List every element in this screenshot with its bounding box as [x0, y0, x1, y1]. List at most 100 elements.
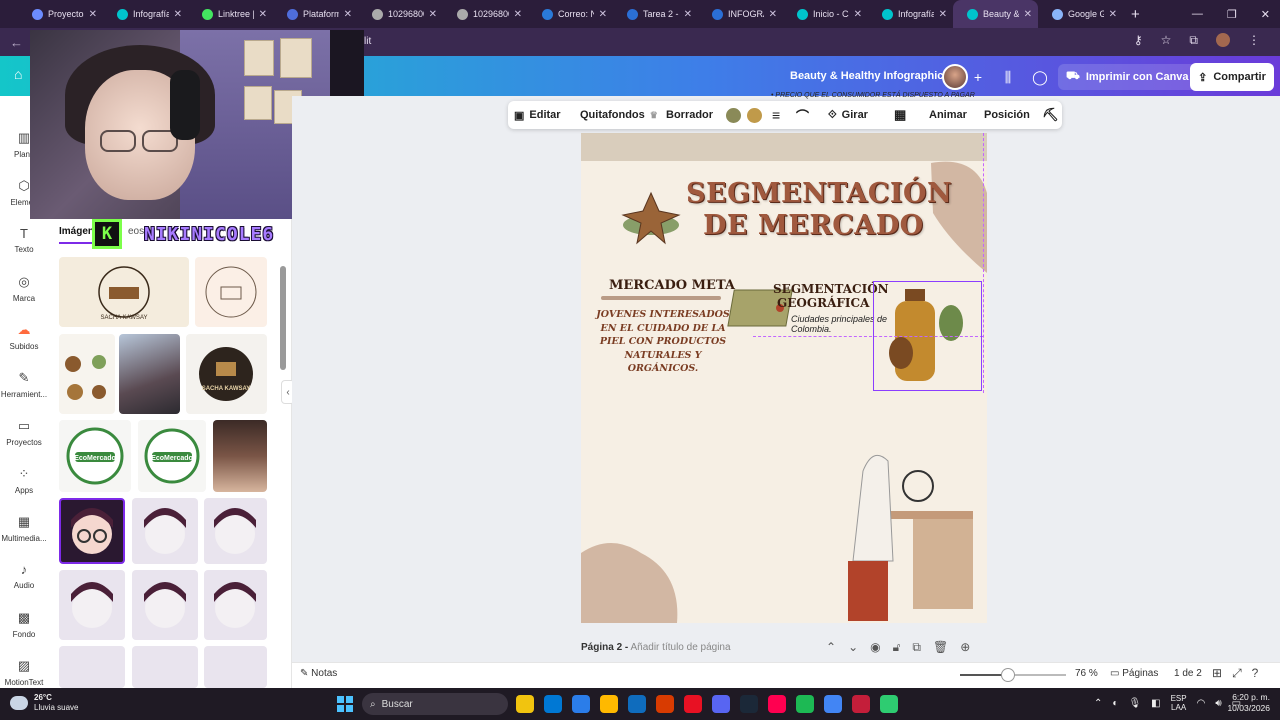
infographic-title-line-1[interactable]: SEGMENTACIÓN: [686, 178, 952, 209]
rail-item-proyectos[interactable]: ▭ Proyectos: [0, 408, 48, 456]
upload-thumbnail-emote-8[interactable]: [132, 646, 198, 688]
close-tab-icon[interactable]: ✕: [684, 9, 692, 20]
upload-thumbnail-emote-9[interactable]: [204, 646, 267, 688]
duplicate-page-icon[interactable]: ⧉: [912, 640, 921, 655]
upload-thumbnail-ecomercado-2[interactable]: EcoMercado: [138, 420, 206, 492]
browser-tab[interactable]: Inicio - Ca ✕: [783, 0, 868, 28]
selected-image-frame[interactable]: [873, 281, 982, 391]
rail-item-subidos[interactable]: ☁ Subidos: [0, 312, 48, 360]
rail-item-texto[interactable]: T Texto: [0, 216, 48, 264]
browser-menu-icon[interactable]: ⋮: [1248, 33, 1260, 48]
maximize-icon[interactable]: ❐: [1227, 8, 1237, 21]
language-indicator[interactable]: ESP LAA: [1171, 694, 1187, 712]
zoom-slider-thumb[interactable]: [1001, 668, 1015, 682]
upload-thumbnail-sacha-inchi-seeds[interactable]: [59, 334, 115, 414]
spotify-icon[interactable]: [796, 695, 814, 713]
tray-chevron-up-icon[interactable]: ⌃: [1094, 698, 1102, 709]
panel-scrollbar[interactable]: [280, 266, 286, 370]
edit-image-button[interactable]: ▣ Editar: [514, 101, 561, 129]
browser-tab[interactable]: 102968000 ✕: [443, 0, 528, 28]
color-swatch-olive[interactable]: [726, 108, 741, 123]
chevron-up-icon[interactable]: ⌃: [826, 640, 836, 655]
url-text[interactable]: lit: [364, 36, 371, 47]
eraser-button[interactable]: Borrador: [666, 101, 713, 129]
upload-thumbnail-ecomercado-1[interactable]: EcoMercado: [59, 420, 131, 492]
office-icon[interactable]: [656, 695, 674, 713]
help-icon[interactable]: ?: [1252, 666, 1259, 681]
close-window-icon[interactable]: ✕: [1261, 8, 1270, 21]
browser-tab[interactable]: Infografía ✕: [868, 0, 953, 28]
upload-thumbnail-photo[interactable]: [119, 334, 180, 414]
browser-tab[interactable]: 102968000 ✕: [358, 0, 443, 28]
tray-app-icon-2[interactable]: ◧: [1151, 698, 1160, 709]
minimize-icon[interactable]: —: [1192, 8, 1203, 20]
close-tab-icon[interactable]: ✕: [854, 9, 862, 20]
rail-item-apps[interactable]: ⁘ Apps: [0, 456, 48, 504]
tiktok-icon[interactable]: [768, 695, 786, 713]
mercado-meta-heading[interactable]: MERCADO META: [609, 278, 735, 293]
rail-item-marca[interactable]: ◎ Marca: [0, 264, 48, 312]
notes-button[interactable]: ✎ Notas: [300, 668, 337, 679]
microphone-icon[interactable]: 🎙︎: [1128, 698, 1141, 709]
page-title-field[interactable]: Página 2 - Añadir título de página: [581, 642, 731, 653]
chevron-down-icon[interactable]: ⌄: [848, 640, 858, 655]
rail-item-audio[interactable]: ♪ Audio: [0, 552, 48, 600]
upload-thumbnail-emote-4[interactable]: [59, 570, 125, 640]
corner-rounding-icon[interactable]: ⌒: [796, 101, 809, 129]
pages-button[interactable]: ▭ Páginas: [1110, 668, 1158, 679]
taskbar-search[interactable]: ⌕ Buscar: [362, 693, 508, 715]
browser-tab[interactable]: Proyectos ✕: [18, 0, 103, 28]
browser-tab[interactable]: Correo: N ✕: [528, 0, 613, 28]
browser-tab[interactable]: Infografía ✕: [103, 0, 188, 28]
remove-background-button[interactable]: Quitafondos ♛: [580, 101, 658, 129]
rail-item-fondo[interactable]: ▩ Fondo: [0, 600, 48, 648]
comment-icon[interactable]: ◯: [1028, 65, 1052, 89]
insights-chart-icon[interactable]: ⫼: [996, 65, 1020, 89]
share-button[interactable]: ⇪ Compartir: [1190, 63, 1274, 91]
windows-start-icon[interactable]: [337, 696, 353, 712]
tray-app-icon[interactable]: ◐: [1112, 698, 1118, 709]
grid-view-icon[interactable]: ⊞: [1212, 666, 1222, 681]
volume-icon[interactable]: 🔊︎: [1215, 698, 1221, 709]
print-button[interactable]: ⛟ Imprimir con Canva: [1058, 64, 1197, 90]
zoom-level[interactable]: 76 %: [1075, 668, 1098, 679]
border-style-icon[interactable]: ≡: [772, 101, 780, 129]
upload-thumbnail-sacha-kawsay-outline[interactable]: [195, 257, 267, 327]
hide-page-eye-icon[interactable]: ◉: [870, 640, 880, 655]
file-explorer-icon[interactable]: [516, 695, 534, 713]
close-tab-icon[interactable]: ✕: [344, 9, 352, 20]
extensions-icon[interactable]: ⧉: [1189, 33, 1198, 48]
add-page-icon[interactable]: ⊕: [960, 640, 970, 655]
upload-thumbnail-emote-7[interactable]: [59, 646, 125, 688]
copy-style-paintroller-icon[interactable]: ⛏: [1042, 101, 1059, 129]
rail-item-herramientas[interactable]: ✎ Herramient...: [0, 360, 48, 408]
add-collaborator-icon[interactable]: +: [966, 65, 990, 89]
close-tab-icon[interactable]: ✕: [429, 9, 437, 20]
discord-icon[interactable]: [712, 695, 730, 713]
transparency-icon[interactable]: ▦: [894, 101, 906, 129]
mail-icon[interactable]: [572, 695, 590, 713]
upload-thumbnail-sacha-kawsay-logo[interactable]: SACHA KAWSAY: [59, 257, 189, 327]
steam-icon[interactable]: [740, 695, 758, 713]
upload-thumbnail-portrait[interactable]: [213, 420, 267, 492]
close-tab-icon[interactable]: ✕: [939, 9, 947, 20]
edge-icon[interactable]: [544, 695, 562, 713]
profile-avatar[interactable]: [1216, 33, 1230, 47]
upload-thumbnail-emote-1[interactable]: [59, 498, 125, 564]
rotate-button[interactable]: ⟐ Girar: [828, 101, 868, 129]
canva-app-icon[interactable]: [684, 695, 702, 713]
color-swatch-gold[interactable]: [747, 108, 762, 123]
back-arrow-icon[interactable]: ←: [10, 35, 23, 50]
document-title[interactable]: Beauty & Healthy Infographic: [790, 70, 943, 82]
weather-widget[interactable]: 26°C Lluvia suave: [10, 693, 78, 713]
close-tab-icon[interactable]: ✕: [89, 9, 97, 20]
segmentacion-geografica-heading[interactable]: SEGMENTACIÓN GEOGRÁFICA: [773, 282, 889, 310]
browser-tab[interactable]: Plataforma ✕: [273, 0, 358, 28]
chrome-icon[interactable]: [824, 695, 842, 713]
close-tab-icon[interactable]: ✕: [599, 9, 607, 20]
folder-icon[interactable]: [600, 695, 618, 713]
lock-icon[interactable]: 🔓︎: [893, 640, 901, 655]
app-icon[interactable]: [880, 695, 898, 713]
password-key-icon[interactable]: ⚷: [1134, 33, 1143, 48]
position-button[interactable]: Posición: [984, 101, 1030, 129]
